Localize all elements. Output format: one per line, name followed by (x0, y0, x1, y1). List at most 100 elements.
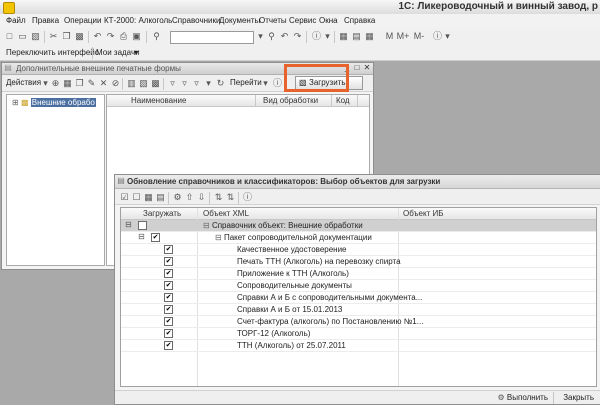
paste-icon[interactable]: ▩ (74, 31, 85, 42)
delete-icon[interactable]: ✕ (98, 78, 109, 89)
table-row[interactable]: ✔ Справки А и Б с сопроводительными доку… (121, 292, 596, 304)
menu-catalogs[interactable]: Справочники (172, 16, 220, 25)
column-type[interactable]: Вид обработки (263, 96, 318, 105)
edit-icon[interactable]: ✎ (86, 78, 97, 89)
table-row[interactable]: ✔ Сопроводительные документы (121, 280, 596, 292)
search-forward-icon[interactable]: ↷ (292, 31, 303, 42)
help-icon[interactable]: ⓘ (272, 78, 283, 89)
mark-delete-icon[interactable]: ⊘ (110, 78, 121, 89)
close-icon[interactable]: ✕ (363, 63, 371, 73)
search-input[interactable] (170, 31, 254, 44)
level-icon[interactable]: ▧ (138, 78, 149, 89)
table-row[interactable]: ✔ Качественное удостоверение (121, 244, 596, 256)
chevron-down-icon[interactable]: ▾ (322, 31, 333, 42)
menu-reports[interactable]: Отчеты (259, 16, 287, 25)
collapse-icon[interactable]: ⊟ (125, 221, 132, 229)
table-row[interactable]: ⊟ ⊟ Справочник объект: Внешние обработки (121, 220, 596, 232)
load-checkbox[interactable]: ✔ (164, 293, 173, 302)
load-checkbox[interactable] (138, 221, 147, 230)
menu-help[interactable]: Справка (344, 16, 375, 25)
new-document-icon[interactable]: □ (4, 31, 15, 42)
save-icon[interactable]: ▧ (30, 31, 41, 42)
menu-windows[interactable]: Окна (319, 16, 338, 25)
memory-plus-button[interactable]: M+ (396, 31, 410, 42)
add-icon[interactable]: ⊕ (50, 78, 61, 89)
goto-menu[interactable]: Перейти (230, 78, 262, 87)
collapse-all-icon[interactable]: ▤ (155, 192, 166, 203)
load-checkbox[interactable]: ✔ (164, 257, 173, 266)
close-button[interactable]: Закрыть (563, 393, 594, 402)
cut-icon[interactable]: ✂ (48, 31, 59, 42)
filter-off-icon[interactable]: ▿ (191, 78, 202, 89)
refresh-icon[interactable]: ↻ (215, 78, 226, 89)
uncheck-all-icon[interactable]: ☐ (131, 192, 142, 203)
filter-value-icon[interactable]: ▿ (179, 78, 190, 89)
table-row[interactable]: ✔ Справки А и Б от 15.01.2013 (121, 304, 596, 316)
switch-interface-button[interactable]: Переключить интерфейс (6, 48, 99, 57)
calendar-icon[interactable]: ▦ (338, 31, 349, 42)
search-icon[interactable]: ⚲ (266, 31, 277, 42)
expand-all-icon[interactable]: ▦ (143, 192, 154, 203)
column-code[interactable]: Код (336, 96, 350, 105)
menu-service[interactable]: Сервис (289, 16, 316, 25)
memory-m-button[interactable]: M (384, 31, 395, 42)
menu-operations[interactable]: Операции (64, 16, 101, 25)
actions-menu[interactable]: Действия (6, 78, 41, 87)
menu-edit[interactable]: Правка (32, 16, 59, 25)
load-checkbox[interactable]: ✔ (164, 341, 173, 350)
copy-icon[interactable]: ❐ (61, 31, 72, 42)
column-load[interactable]: Загружать (143, 209, 181, 218)
chevron-down-icon[interactable]: ▾ (442, 31, 453, 42)
table-icon[interactable]: ▦ (364, 31, 375, 42)
calculator-icon[interactable]: ▤ (351, 31, 362, 42)
redo-icon[interactable]: ↷ (105, 31, 116, 42)
info-icon[interactable]: ⓘ (311, 31, 322, 42)
table-row[interactable]: ✔ ТОРГ-12 (Алкоголь) (121, 328, 596, 340)
undo-icon[interactable]: ↶ (92, 31, 103, 42)
help-icon[interactable]: ⓘ (242, 192, 253, 203)
menu-file[interactable]: Файл (6, 16, 26, 25)
chevron-down-icon[interactable]: ▾ (260, 78, 271, 89)
column-name[interactable]: Наименование (131, 96, 186, 105)
copy-icon[interactable]: ❐ (74, 78, 85, 89)
memory-minus-button[interactable]: M- (412, 31, 426, 42)
expand-icon[interactable]: ⊞ (12, 98, 19, 107)
table-row[interactable]: ✔ ТТН (Алкоголь) от 25.07.2011 (121, 340, 596, 352)
menu-documents[interactable]: Документы (219, 16, 260, 25)
sort-ascending-icon[interactable]: ⇅ (213, 192, 224, 203)
groups-tree[interactable]: ⊞ ▩ Внешние обрабо (6, 94, 105, 266)
filter-icon[interactable]: ▿ (167, 78, 178, 89)
column-ib-object[interactable]: Объект ИБ (403, 209, 443, 218)
load-checkbox[interactable]: ✔ (164, 305, 173, 314)
preview-icon[interactable]: ▣ (131, 31, 142, 42)
maximize-icon[interactable]: □ (353, 63, 361, 73)
menu-kt2000[interactable]: КТ-2000: Алкоголь (104, 16, 172, 25)
chevron-down-icon[interactable]: ▾ (203, 78, 214, 89)
objects-grid[interactable]: Загружать Объект XML Объект ИБ ⊟ ⊟ Справ… (120, 207, 597, 387)
table-row[interactable]: ✔ Печать ТТН (Алкоголь) на перевозку спи… (121, 256, 596, 268)
chevron-down-icon[interactable]: ▾ (134, 48, 138, 57)
execute-button[interactable]: ⚙ Выполнить (498, 393, 548, 402)
load-checkbox[interactable]: ✔ (164, 317, 173, 326)
print-icon[interactable]: ⎙ (118, 31, 129, 42)
move-icon[interactable]: ▩ (150, 78, 161, 89)
dropdown-icon[interactable]: ▾ (255, 31, 266, 42)
search-back-icon[interactable]: ↶ (279, 31, 290, 42)
move-down-icon[interactable]: ⇩ (196, 192, 207, 203)
table-row[interactable]: ⊟ ✔ ⊟ Пакет сопроводительной документаци… (121, 232, 596, 244)
load-checkbox[interactable]: ✔ (164, 245, 173, 254)
open-folder-icon[interactable]: ▭ (17, 31, 28, 42)
check-all-icon[interactable]: ☑ (119, 192, 130, 203)
table-row[interactable]: ✔ Счет-фактура (алкоголь) по Постановлен… (121, 316, 596, 328)
column-xml-object[interactable]: Объект XML (203, 209, 249, 218)
sort-descending-icon[interactable]: ⇅ (225, 192, 236, 203)
tree-node[interactable]: ⊞ ▩ Внешние обрабо (12, 98, 96, 107)
add-group-icon[interactable]: ▦ (62, 78, 73, 89)
load-checkbox[interactable]: ✔ (164, 329, 173, 338)
table-row[interactable]: ✔ Приложение к ТТН (Алкоголь) (121, 268, 596, 280)
load-checkbox[interactable]: ✔ (151, 233, 160, 242)
load-checkbox[interactable]: ✔ (164, 269, 173, 278)
settings-icon[interactable]: ⚙ (172, 192, 183, 203)
hierarchy-icon[interactable]: ▥ (126, 78, 137, 89)
find-icon[interactable]: ⚲ (151, 31, 162, 42)
